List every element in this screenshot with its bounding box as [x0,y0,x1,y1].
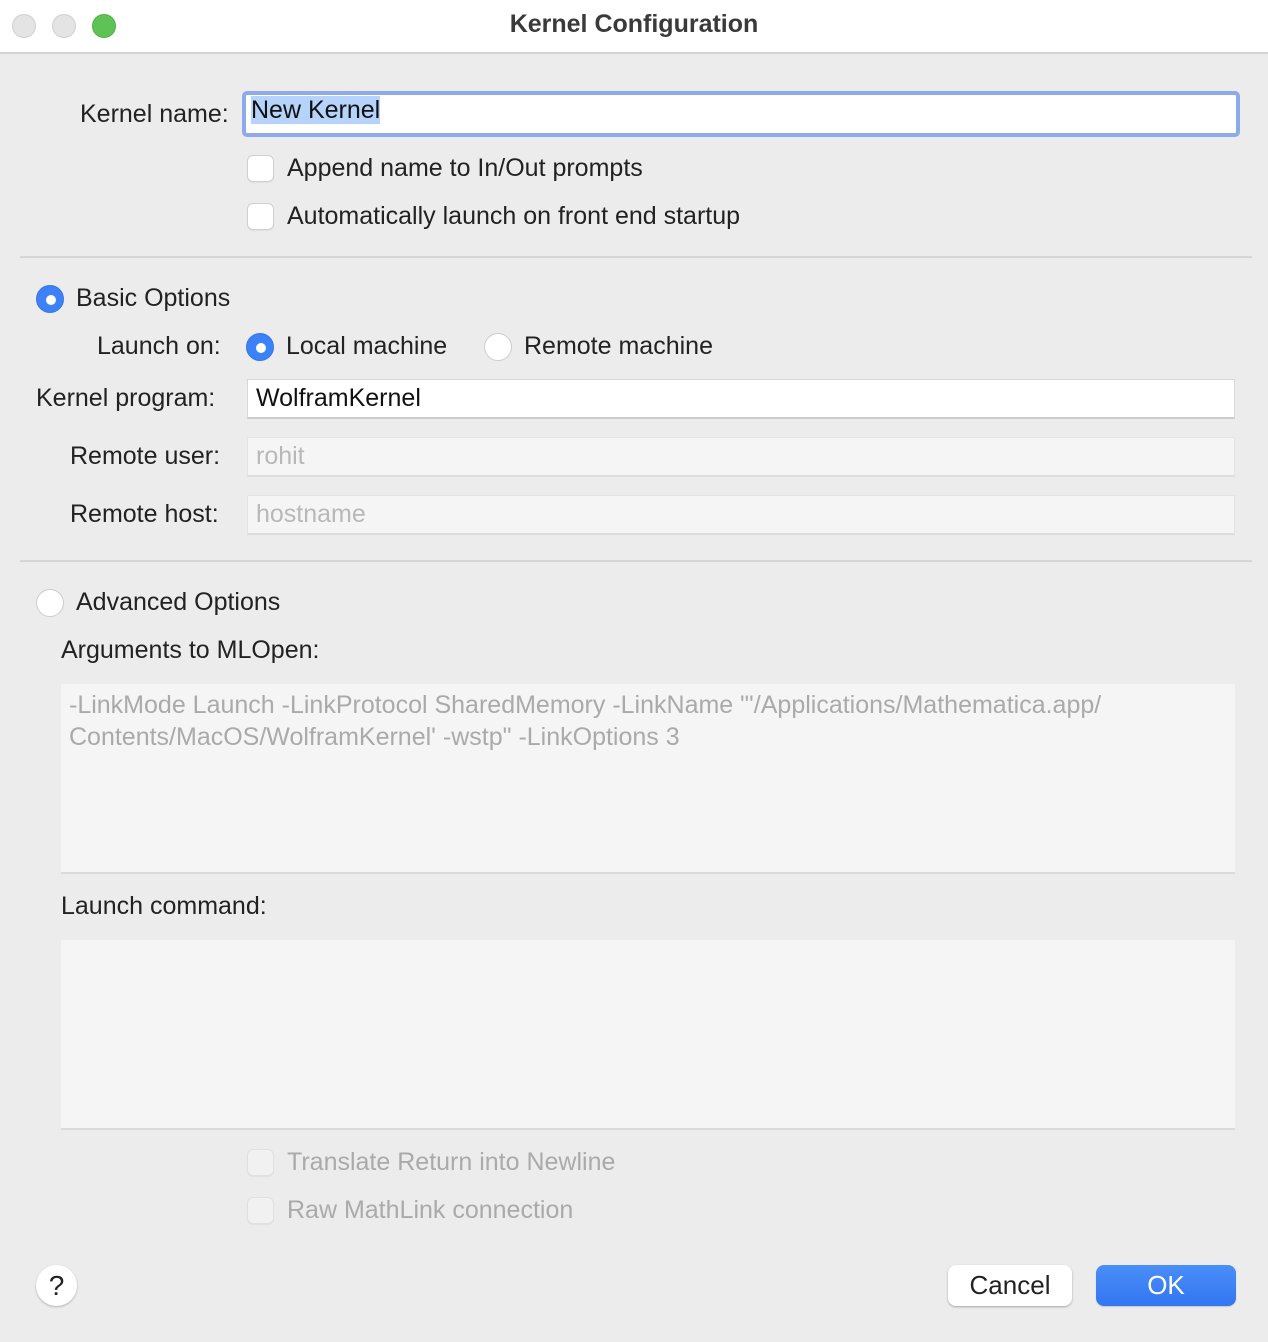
kernel-program-label: Kernel program: [36,384,216,412]
basic-options-label: Basic Options [76,284,231,312]
translate-return-checkbox[interactable] [247,1149,274,1176]
remote-host-input[interactable]: hostname [247,495,1235,535]
separator [20,560,1252,562]
kernel-name-label: Kernel name: [80,100,229,128]
arguments-textarea[interactable]: -LinkMode Launch -LinkProtocol SharedMem… [61,684,1235,874]
basic-options-radio[interactable] [36,285,64,313]
remote-machine-radio[interactable] [484,333,512,361]
advanced-options-label: Advanced Options [76,588,281,616]
remote-host-label: Remote host: [70,500,219,528]
ok-button[interactable]: OK [1096,1265,1236,1306]
window-title: Kernel Configuration [509,10,759,38]
cancel-button[interactable]: Cancel [948,1265,1072,1306]
local-machine-radio[interactable] [246,333,274,361]
append-name-label: Append name to In/Out prompts [287,154,643,182]
question-mark-icon: ? [48,1270,65,1301]
kernel-name-input[interactable]: New Kernel [242,91,1240,137]
title-bar: Kernel Configuration [0,0,1268,54]
launch-on-label: Launch on: [97,332,221,360]
auto-launch-label: Automatically launch on front end startu… [287,202,741,230]
remote-user-label: Remote user: [70,442,221,470]
remote-machine-label: Remote machine [524,332,713,360]
append-name-checkbox[interactable] [247,155,274,182]
launch-command-textarea[interactable] [61,940,1235,1130]
raw-mathlink-label: Raw MathLink connection [287,1196,574,1224]
local-machine-label: Local machine [286,332,448,360]
auto-launch-checkbox[interactable] [247,203,274,230]
advanced-options-radio[interactable] [36,589,64,617]
translate-return-label: Translate Return into Newline [287,1148,616,1176]
launch-command-label: Launch command: [61,892,267,920]
help-button[interactable]: ? [36,1265,77,1306]
separator [20,256,1252,258]
arguments-label: Arguments to MLOpen: [61,636,320,664]
remote-user-input[interactable]: rohit [247,437,1235,477]
raw-mathlink-checkbox[interactable] [247,1197,274,1224]
kernel-program-input[interactable]: WolframKernel [247,379,1235,419]
kernel-name-value: New Kernel [251,96,381,124]
